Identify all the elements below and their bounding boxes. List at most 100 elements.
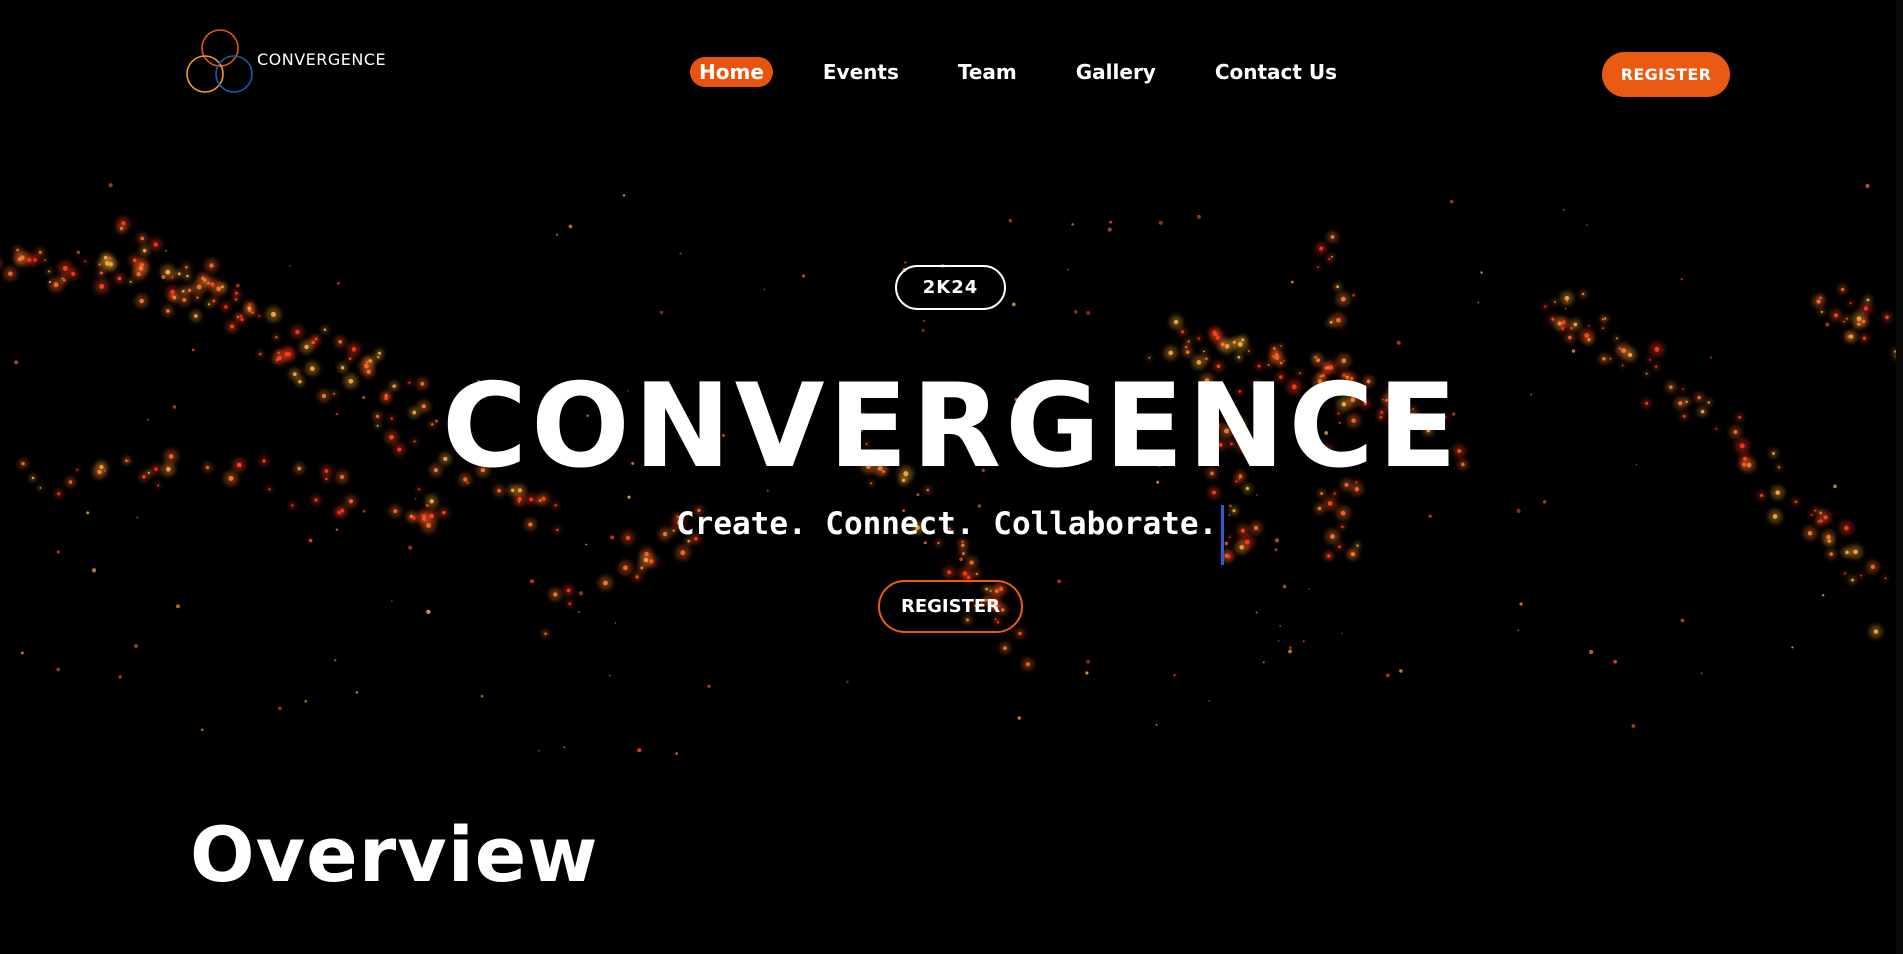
nav-item-events[interactable]: Events (814, 57, 908, 87)
ember (121, 221, 126, 226)
spark (1351, 293, 1356, 297)
ember (186, 274, 189, 278)
nav-item-home[interactable]: Home (690, 57, 773, 87)
spark (362, 509, 366, 513)
ember (229, 324, 235, 329)
ember (1819, 511, 1823, 515)
spark (1071, 223, 1074, 226)
spark (1680, 618, 1685, 623)
ember (239, 315, 243, 318)
ember (1272, 354, 1276, 359)
hero-register-button[interactable]: REGISTER (878, 580, 1023, 633)
nav-item-contact[interactable]: Contact Us (1206, 57, 1346, 87)
spark (1008, 218, 1013, 223)
ember (210, 282, 215, 287)
ember (16, 248, 19, 252)
ember (1018, 631, 1022, 636)
spark (1086, 311, 1091, 315)
ember (640, 566, 644, 570)
ember (377, 356, 380, 359)
ember (193, 314, 198, 318)
ember (1564, 295, 1570, 301)
ember (61, 277, 64, 280)
ember (201, 276, 205, 281)
ember (182, 297, 187, 302)
nav-item-gallery[interactable]: Gallery (1067, 57, 1165, 87)
ember (1553, 300, 1556, 303)
spark (408, 545, 413, 550)
spark (1208, 700, 1211, 703)
ember (62, 265, 68, 271)
spark (304, 699, 308, 703)
spark (278, 706, 282, 711)
ember (625, 535, 631, 541)
ember (544, 632, 547, 635)
hero-tagline: Create. Connect. Collaborate. (676, 506, 1218, 542)
spark (1449, 199, 1454, 204)
header-register-button[interactable]: REGISTER (1602, 52, 1730, 97)
spark (1519, 602, 1523, 606)
ember (1863, 306, 1869, 311)
ember (1173, 319, 1179, 325)
spark (1865, 183, 1870, 189)
ember (1185, 345, 1188, 349)
ember (117, 276, 122, 281)
ember (1319, 246, 1324, 251)
ember (166, 309, 170, 313)
spark (614, 622, 617, 624)
spark (1517, 629, 1520, 632)
ember (1584, 333, 1590, 339)
ember (212, 299, 216, 303)
ember (1314, 356, 1317, 359)
spark (1631, 724, 1636, 728)
hero-title: CONVERGENCE (441, 359, 1462, 494)
spark (1543, 500, 1547, 504)
ember (1581, 292, 1585, 296)
spark (1011, 302, 1016, 307)
spark (1255, 494, 1258, 496)
ember (1857, 322, 1861, 326)
spark (161, 275, 166, 280)
spark (1274, 548, 1278, 552)
logo[interactable]: CONVERGENCE (185, 26, 386, 96)
ember (1003, 646, 1007, 650)
spark (1428, 514, 1432, 518)
spark (1791, 646, 1794, 649)
spark (1385, 673, 1390, 678)
ember (1845, 317, 1848, 320)
spark (1516, 508, 1521, 514)
ember (1615, 337, 1618, 340)
spark (1262, 661, 1265, 664)
ember (1849, 302, 1852, 305)
ember (84, 260, 86, 263)
ember (1568, 335, 1572, 340)
ember (1215, 335, 1220, 340)
spark (136, 516, 139, 519)
spark (659, 310, 664, 315)
nav-item-team[interactable]: Team (949, 57, 1026, 87)
spark (1173, 673, 1176, 677)
spark (1197, 214, 1201, 219)
ember (259, 352, 262, 356)
spark (1155, 723, 1158, 726)
ember (53, 282, 59, 288)
ember (1180, 330, 1185, 334)
ember (1229, 536, 1231, 539)
spark (426, 609, 431, 614)
ember (258, 315, 261, 318)
ember (1544, 305, 1547, 308)
spark (86, 511, 90, 515)
spark (176, 604, 180, 609)
ember (181, 289, 185, 293)
spark (1564, 307, 1567, 310)
spark (1825, 322, 1830, 327)
spark (585, 543, 588, 546)
spark (1680, 278, 1683, 281)
spark (1613, 659, 1618, 664)
spark (1274, 538, 1280, 543)
ember (291, 504, 294, 507)
spark (637, 748, 642, 753)
spark (1277, 640, 1280, 642)
spark (56, 550, 61, 554)
ember (1649, 359, 1651, 361)
